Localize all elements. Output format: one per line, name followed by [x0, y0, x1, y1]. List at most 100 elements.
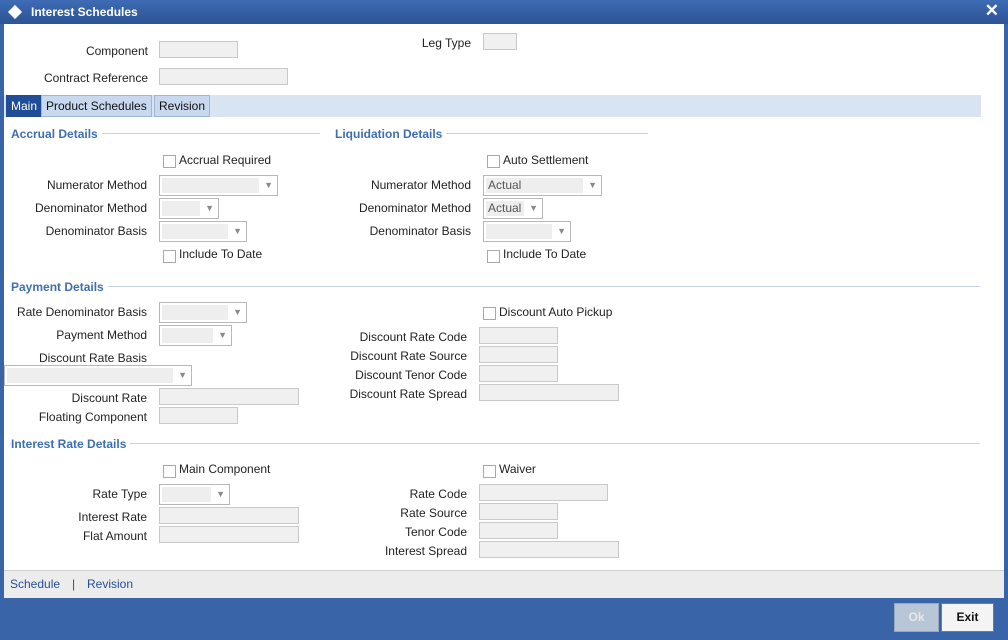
tenor-code-field[interactable]: [479, 522, 558, 539]
accrual-denominator-basis-value: [162, 224, 228, 239]
accrual-denominator-basis-label: Denominator Basis: [45, 224, 147, 238]
payment-method-value: [162, 328, 213, 343]
interest-rate-rule: [10, 443, 980, 444]
contract-reference-field[interactable]: [159, 68, 288, 85]
accrual-include-to-date-checkbox[interactable]: [163, 250, 176, 263]
discount-rate-label: Discount Rate: [71, 391, 147, 405]
accrual-section-title: Accrual Details: [11, 127, 102, 141]
discount-rate-basis-label: Discount Rate Basis: [38, 351, 147, 365]
accrual-numerator-method-label: Numerator Method: [46, 178, 147, 192]
liquidation-section-title: Liquidation Details: [335, 127, 447, 141]
accrual-required-label: Accrual Required: [179, 153, 272, 167]
close-icon[interactable]: ✕: [985, 1, 999, 21]
discount-auto-pickup-checkbox[interactable]: [483, 307, 496, 320]
accrual-numerator-method-value: [162, 178, 259, 193]
discount-rate-basis-value: [7, 368, 173, 383]
accrual-required-checkbox[interactable]: [163, 155, 176, 168]
chevron-down-icon: ▼: [233, 307, 242, 317]
auto-settlement-label: Auto Settlement: [503, 153, 589, 167]
chevron-down-icon: ▼: [178, 370, 187, 380]
liquidation-numerator-method-value: Actual: [486, 178, 583, 193]
discount-rate-spread-field[interactable]: [479, 384, 619, 401]
rate-type-label: Rate Type: [92, 487, 147, 501]
accrual-denominator-basis-select[interactable]: ▼: [159, 221, 247, 242]
chevron-down-icon: ▼: [205, 203, 214, 213]
chevron-down-icon: ▼: [588, 180, 597, 190]
accrual-denominator-method-label: Denominator Method: [34, 201, 147, 215]
link-separator: |: [72, 577, 76, 591]
tenor-code-label: Tenor Code: [404, 525, 467, 539]
discount-rate-code-label: Discount Rate Code: [359, 330, 467, 344]
rate-source-label: Rate Source: [400, 506, 467, 520]
discount-rate-source-field[interactable]: [479, 346, 558, 363]
chevron-down-icon: ▼: [216, 489, 225, 499]
liquidation-numerator-method-select[interactable]: Actual ▼: [483, 175, 602, 196]
liquidation-denominator-method-label: Denominator Method: [358, 201, 471, 215]
discount-rate-spread-label: Discount Rate Spread: [349, 387, 467, 401]
flat-amount-label: Flat Amount: [82, 529, 147, 543]
payment-method-select[interactable]: ▼: [159, 325, 232, 346]
accrual-denominator-method-value: [162, 201, 200, 216]
auto-settlement-checkbox[interactable]: [487, 155, 500, 168]
tab-product-schedules[interactable]: Product Schedules: [41, 95, 152, 117]
liquidation-numerator-method-label: Numerator Method: [370, 178, 471, 192]
floating-component-field[interactable]: [159, 407, 238, 424]
diamond-icon: [7, 4, 23, 20]
waiver-checkbox[interactable]: [483, 465, 496, 478]
waiver-label: Waiver: [499, 462, 536, 476]
liquidation-denominator-method-select[interactable]: Actual ▼: [483, 198, 543, 219]
contract-reference-label: Contract Reference: [43, 71, 148, 85]
tab-main[interactable]: Main: [6, 95, 43, 117]
interest-spread-label: Interest Spread: [384, 544, 467, 558]
discount-tenor-code-label: Discount Tenor Code: [355, 368, 467, 382]
window-title: Interest Schedules: [31, 5, 138, 19]
rate-code-field[interactable]: [479, 484, 608, 501]
rate-denominator-basis-select[interactable]: ▼: [159, 302, 247, 323]
rate-denominator-basis-value: [162, 305, 228, 320]
interest-spread-field[interactable]: [479, 541, 619, 558]
payment-section-title: Payment Details: [11, 280, 108, 294]
title-bar: Interest Schedules ✕: [0, 0, 1008, 24]
rate-type-value: [162, 487, 211, 502]
footer-bar: [0, 598, 1008, 640]
component-label: Component: [85, 44, 148, 58]
ok-button[interactable]: Ok: [894, 603, 939, 632]
payment-rule: [10, 286, 980, 287]
bottom-link-bar: [4, 570, 1004, 598]
liquidation-include-to-date-checkbox[interactable]: [487, 250, 500, 263]
rate-type-select[interactable]: ▼: [159, 484, 230, 505]
leg-type-field[interactable]: [483, 33, 517, 50]
component-field[interactable]: [159, 41, 238, 58]
payment-method-label: Payment Method: [56, 328, 147, 342]
flat-amount-field[interactable]: [159, 526, 299, 543]
revision-link[interactable]: Revision: [87, 577, 133, 591]
chevron-down-icon: ▼: [218, 330, 227, 340]
chevron-down-icon: ▼: [264, 180, 273, 190]
accrual-denominator-method-select[interactable]: ▼: [159, 198, 219, 219]
chevron-down-icon: ▼: [557, 226, 566, 236]
discount-rate-field[interactable]: [159, 388, 299, 405]
interest-rate-field[interactable]: [159, 507, 299, 524]
tab-revision[interactable]: Revision: [154, 95, 211, 117]
liquidation-denominator-basis-select[interactable]: ▼: [483, 221, 571, 242]
exit-button[interactable]: Exit: [941, 603, 994, 632]
rate-source-field[interactable]: [479, 503, 558, 520]
discount-auto-pickup-label: Discount Auto Pickup: [499, 305, 613, 319]
discount-rate-source-label: Discount Rate Source: [350, 349, 467, 363]
rate-denominator-basis-label: Rate Denominator Basis: [16, 305, 147, 319]
discount-rate-basis-select[interactable]: ▼: [4, 365, 192, 386]
accrual-include-to-date-label: Include To Date: [179, 247, 263, 261]
liquidation-denominator-basis-label: Denominator Basis: [369, 224, 471, 238]
chevron-down-icon: ▼: [233, 226, 242, 236]
accrual-numerator-method-select[interactable]: ▼: [159, 175, 278, 196]
discount-tenor-code-field[interactable]: [479, 365, 558, 382]
rate-code-label: Rate Code: [409, 487, 467, 501]
main-component-label: Main Component: [179, 462, 271, 476]
liquidation-denominator-basis-value: [486, 224, 552, 239]
floating-component-label: Floating Component: [38, 410, 147, 424]
discount-rate-code-field[interactable]: [479, 327, 558, 344]
leg-type-label: Leg Type: [421, 36, 471, 50]
schedule-link[interactable]: Schedule: [10, 577, 60, 591]
main-component-checkbox[interactable]: [163, 465, 176, 478]
interest-rate-section-title: Interest Rate Details: [11, 437, 131, 451]
